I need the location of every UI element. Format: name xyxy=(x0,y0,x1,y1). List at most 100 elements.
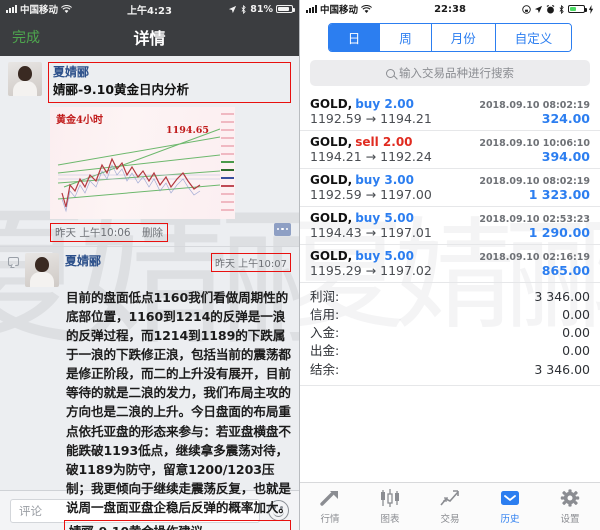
summary-row-withdrawal: 出金: 0.00 xyxy=(310,342,590,360)
trade-row-top: GOLD, buy 5.00 2018.09.10 02:16:19 xyxy=(310,249,590,263)
author-name[interactable]: 夏婧郦 xyxy=(53,64,286,81)
tab-trade[interactable]: 交易 xyxy=(420,488,480,525)
summary-row-balance: 结余: 3 346.00 xyxy=(310,361,590,379)
page-title: 详情 xyxy=(133,29,166,48)
trade-timestamp: 2018.09.10 02:53:23 xyxy=(479,214,590,225)
tab-quotes[interactable]: 行情 xyxy=(300,488,360,525)
summary-value: 3 346.00 xyxy=(534,361,590,377)
avatar[interactable] xyxy=(25,252,59,287)
summary-label: 入金: xyxy=(310,325,340,341)
post-title: 婧郦-9.10黄金日内分析 xyxy=(53,82,190,98)
trade-close-price: 1194.21 xyxy=(380,111,432,126)
avatar[interactable] xyxy=(8,62,42,96)
trade-side: buy 2.00 xyxy=(355,97,414,111)
right-status-bar: 中国移动 22:38 xyxy=(300,0,600,18)
comment-bubble-icon xyxy=(8,256,19,266)
summary-label: 结余: xyxy=(310,361,340,377)
summary-value: 0.00 xyxy=(562,325,590,341)
tab-settings[interactable]: 设置 xyxy=(540,488,600,525)
trade-trend-icon xyxy=(439,488,461,508)
battery-icon xyxy=(568,5,587,13)
trade-profit: 1 290.00 xyxy=(528,225,590,240)
advice-title: 婧郦-9.10黄金操作建议 xyxy=(69,523,286,530)
trade-row-top: GOLD, buy 2.00 2018.09.10 08:02:19 xyxy=(310,97,590,111)
trade-symbol: GOLD, xyxy=(310,211,353,225)
tab-charts[interactable]: 图表 xyxy=(360,488,420,525)
tab-history[interactable]: 历史 xyxy=(480,488,540,525)
trade-open-price: 1194.43 xyxy=(310,225,362,240)
post-header: 夏婧郦 婧郦-9.10黄金日内分析 xyxy=(8,62,291,103)
summary-label: 利润: xyxy=(310,289,340,304)
status-right: 81% xyxy=(228,3,295,15)
lock-rotation-icon xyxy=(522,4,531,14)
delete-button[interactable]: 删除 xyxy=(142,227,163,239)
trade-prices: 1194.43 → 1197.01 xyxy=(310,225,432,240)
trade-row-bottom: 1195.29 → 1197.02 865.00 xyxy=(310,263,590,278)
bluetooth-icon xyxy=(241,4,246,14)
post-feed: 夏婧郦 婧郦-9.10黄金日内分析 黄金4小时 1194.65 昨天 上午10:… xyxy=(0,56,299,530)
trade-row-top: GOLD, sell 2.00 2018.09.10 10:06:10 xyxy=(310,135,590,149)
gold-4h-chart-image[interactable]: 黄金4小时 1194.65 xyxy=(50,106,235,219)
trade-close-price: 1197.01 xyxy=(380,225,432,240)
table-row[interactable]: GOLD, buy 2.00 2018.09.10 08:02:19 1192.… xyxy=(300,93,600,131)
tab-label: 历史 xyxy=(500,514,520,525)
trade-timestamp: 2018.09.10 02:16:19 xyxy=(479,252,590,263)
trading-advice-box: 婧郦-9.10黄金操作建议 1193多 止损1190 目标1198-1200； … xyxy=(64,520,291,530)
table-row[interactable]: GOLD, buy 5.00 2018.09.10 02:16:19 1195.… xyxy=(300,245,600,283)
trade-history-panel: 中国移动 22:38 日 周 月份 自定义 输入交易品种进行搜索 夏婧郦 GOL… xyxy=(300,0,600,530)
trade-prices: 1192.59 → 1197.00 xyxy=(310,187,432,202)
tab-label: 图表 xyxy=(380,514,400,525)
trade-timestamp: 2018.09.10 08:02:19 xyxy=(479,176,590,187)
trade-side: sell 2.00 xyxy=(355,135,412,149)
tab-custom[interactable]: 自定义 xyxy=(495,23,572,51)
gear-icon xyxy=(559,488,581,508)
trade-volume: 2.00 xyxy=(382,135,413,149)
post-author-block: 夏婧郦 婧郦-9.10黄金日内分析 xyxy=(48,62,291,103)
post-body: 目前的盘面低点1160我们看做周期性的底部位置，1160到1214的反弹是一浪的… xyxy=(66,289,291,516)
trade-side-label: buy xyxy=(355,97,381,111)
segment-group: 日 周 月份 自定义 xyxy=(327,22,573,52)
chart-price-scale xyxy=(220,106,235,219)
trade-prices: 1192.59 → 1194.21 xyxy=(310,111,432,126)
chart-thumbnail-wrap[interactable]: 黄金4小时 1194.65 xyxy=(50,106,235,219)
summary-label: 信用: xyxy=(310,307,340,323)
trade-open-price: 1194.21 xyxy=(310,149,362,164)
more-dots-icon[interactable] xyxy=(274,222,291,236)
trade-symbol: GOLD, xyxy=(310,249,353,263)
table-row[interactable]: GOLD, sell 2.00 2018.09.10 10:06:10 1194… xyxy=(300,131,600,169)
summary-value: 0.00 xyxy=(562,307,590,323)
trade-volume: 5.00 xyxy=(384,249,414,263)
battery-icon xyxy=(276,5,295,13)
tab-label: 交易 xyxy=(440,514,460,525)
summary-label: 出金: xyxy=(310,343,340,359)
chart-lines xyxy=(57,128,221,212)
trade-symbol: GOLD, xyxy=(310,135,353,149)
summary-row-profit: 利润: 3 346.00 xyxy=(310,288,590,306)
table-row[interactable]: GOLD, buy 3.00 2018.09.10 08:02:19 1192.… xyxy=(300,169,600,207)
search-placeholder: 输入交易品种进行搜索 xyxy=(399,66,514,80)
author-name[interactable]: 夏婧郦 xyxy=(65,253,101,287)
tab-day[interactable]: 日 xyxy=(328,23,381,51)
post-meta: 昨天 上午10:06 删除 xyxy=(50,222,168,242)
trade-row-top: GOLD, buy 3.00 2018.09.10 08:02:19 xyxy=(310,173,590,187)
trade-close-price: 1192.24 xyxy=(380,149,432,164)
trade-side: buy 5.00 xyxy=(355,211,414,225)
search-input[interactable]: 输入交易品种进行搜索 xyxy=(310,60,590,86)
history-inbox-icon xyxy=(499,488,521,508)
trade-row-bottom: 1192.59 → 1194.21 324.00 xyxy=(310,111,590,126)
trade-open-price: 1192.59 xyxy=(310,111,362,126)
trade-volume: 2.00 xyxy=(384,97,414,111)
left-status-bar: 中国移动 上午4:23 81% xyxy=(0,0,299,18)
post-item: 夏婧郦 婧郦-9.10黄金日内分析 黄金4小时 1194.65 昨天 上午10:… xyxy=(0,56,299,246)
battery-percent: 81% xyxy=(250,3,273,15)
trade-side: buy 5.00 xyxy=(355,249,414,263)
summary-value: 0.00 xyxy=(562,343,590,359)
trade-volume: 3.00 xyxy=(384,173,414,187)
search-wrap: 输入交易品种进行搜索 xyxy=(300,56,600,93)
table-row[interactable]: GOLD, buy 5.00 2018.09.10 02:53:23 1194.… xyxy=(300,207,600,245)
trade-row-bottom: 1192.59 → 1197.00 1 323.00 xyxy=(310,187,590,202)
tab-week[interactable]: 周 xyxy=(380,23,432,51)
trade-row-bottom: 1194.43 → 1197.01 1 290.00 xyxy=(310,225,590,240)
trade-timestamp: 2018.09.10 08:02:19 xyxy=(479,100,590,111)
tab-month[interactable]: 月份 xyxy=(431,23,496,51)
